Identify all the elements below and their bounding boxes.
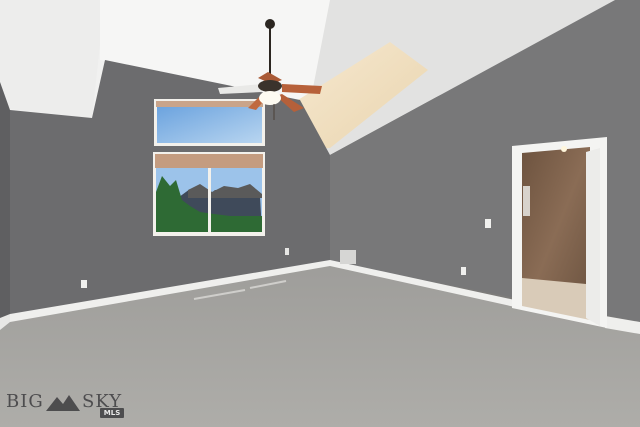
light-switch	[485, 219, 491, 228]
fan-light	[259, 91, 281, 105]
bathroom-light	[561, 146, 567, 152]
upper-window-blind	[156, 101, 263, 107]
upper-window-sky	[157, 105, 262, 143]
outlet-back	[285, 248, 289, 255]
ceiling-soffit-left	[0, 0, 105, 118]
room-scene	[0, 0, 640, 427]
lower-window-blind	[155, 154, 263, 168]
fan-canopy	[265, 19, 275, 29]
big-sky-mls-watermark: BIG SKY MLS	[6, 389, 136, 421]
watermark-badge: MLS	[100, 408, 124, 418]
watermark-word-left: BIG	[6, 391, 44, 412]
lower-window-mullion	[208, 168, 211, 232]
fan-motor	[258, 80, 282, 92]
floor-vent	[340, 250, 356, 264]
towel	[523, 186, 530, 216]
outlet-left	[81, 280, 87, 288]
left-wall	[0, 82, 10, 325]
mountain-icon	[46, 395, 80, 411]
bathroom-door-slab	[586, 148, 600, 326]
outlet-right	[461, 267, 466, 275]
